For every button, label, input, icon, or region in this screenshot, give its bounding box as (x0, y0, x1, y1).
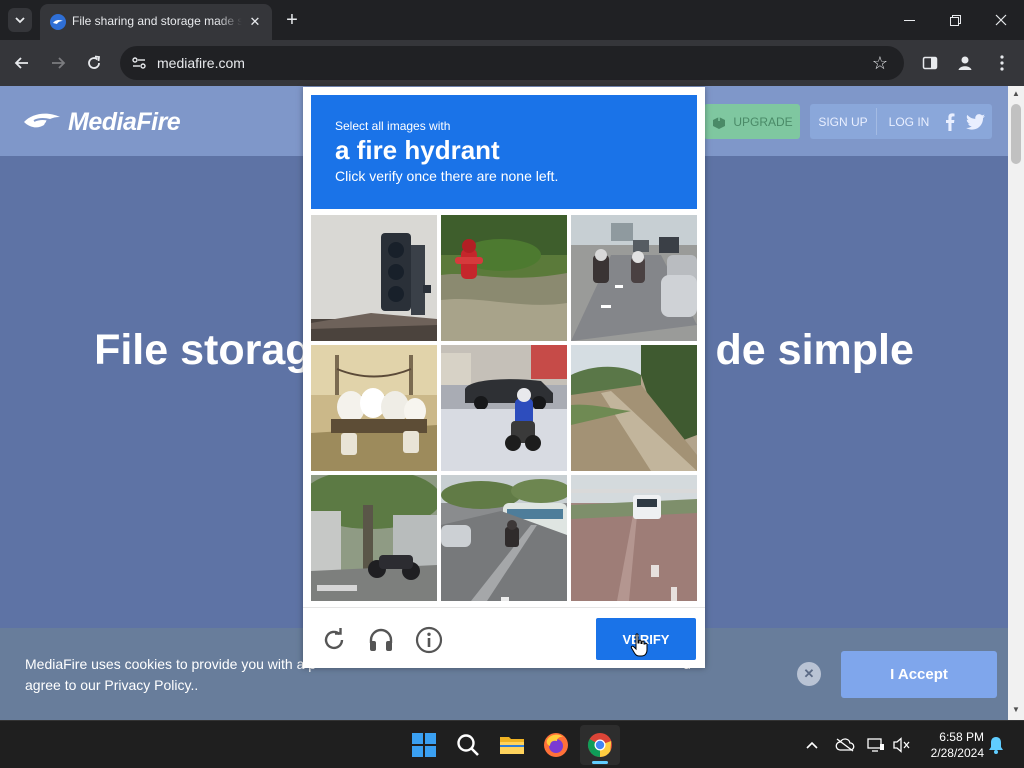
active-app-indicator (592, 761, 608, 764)
side-panel-button[interactable] (918, 51, 942, 75)
captcha-tile-white-bags[interactable] (311, 345, 437, 471)
new-tab-button[interactable]: + (280, 8, 304, 32)
help-button[interactable] (414, 625, 444, 655)
hand-cursor-icon (630, 633, 648, 657)
facebook-icon[interactable] (940, 112, 960, 132)
cookie-text-line1-start: MediaFire uses cookies to provide you wi… (25, 656, 317, 672)
minimize-icon (903, 19, 915, 21)
file-explorer-button[interactable] (492, 725, 532, 765)
headphones-icon (369, 628, 393, 651)
onedrive-icon[interactable] (834, 735, 856, 755)
chrome-button[interactable] (580, 725, 620, 765)
reload-icon (88, 55, 101, 69)
bookmark-star-icon[interactable]: ☆ (868, 51, 892, 75)
forward-button[interactable] (46, 51, 70, 75)
windows-logo-icon (412, 733, 436, 757)
browser-toolbar: mediafire.com ☆ (0, 40, 1024, 86)
browser-menu-button[interactable] (990, 51, 1014, 75)
nav-divider (876, 108, 877, 135)
back-button[interactable] (10, 51, 34, 75)
arrow-right-icon (52, 57, 66, 69)
captcha-tile-country-road[interactable] (571, 345, 697, 471)
restore-button[interactable] (932, 0, 978, 40)
arrow-left-icon (14, 57, 28, 69)
address-bar[interactable]: mediafire.com ☆ (120, 46, 904, 80)
account-nav: SIGN UP LOG IN (810, 104, 992, 139)
captcha-tile-motorcycle-rider[interactable] (441, 345, 567, 471)
reload-challenge-button[interactable] (319, 625, 349, 655)
cookie-text-line2: agree to our Privacy Policy.. (25, 677, 199, 693)
close-window-button[interactable] (978, 0, 1024, 40)
restore-icon (949, 14, 961, 26)
captcha-footer-divider (303, 607, 705, 608)
site-info-icon[interactable] (128, 52, 150, 74)
taskbar-clock[interactable]: 6:58 PM 2/28/2024 (920, 729, 984, 761)
volume-muted-icon[interactable] (892, 735, 912, 755)
sign-up-link[interactable]: SIGN UP (810, 104, 876, 139)
chrome-icon (587, 733, 612, 757)
refresh-icon (324, 628, 344, 650)
chevron-up-icon (806, 741, 818, 749)
captcha-tile-traffic-light[interactable] (311, 215, 437, 341)
captcha-instructions: Select all images with a fire hydrant Cl… (311, 95, 697, 209)
page-scrollbar[interactable]: ▲ ▼ (1008, 86, 1024, 720)
audio-challenge-button[interactable] (366, 625, 396, 655)
mediafire-favicon-icon (50, 14, 66, 30)
side-panel-icon (922, 56, 938, 70)
captcha-tile-motorcycles-traffic[interactable] (571, 215, 697, 341)
tab-title: File sharing and storage made s (72, 14, 242, 28)
start-button[interactable] (404, 725, 444, 765)
reload-button[interactable] (82, 51, 106, 75)
tab-search-button[interactable] (8, 8, 32, 32)
taskbar-search-button[interactable] (448, 725, 488, 765)
scroll-thumb[interactable] (1011, 104, 1021, 164)
scroll-up-arrow-icon[interactable]: ▲ (1012, 89, 1020, 98)
firefox-button[interactable] (536, 725, 576, 765)
captcha-tile-trees-motorcycle[interactable] (311, 475, 437, 601)
chevron-down-icon (15, 17, 25, 24)
twitter-icon[interactable] (964, 112, 986, 132)
firefox-icon (544, 733, 568, 757)
minimize-button[interactable] (886, 0, 932, 40)
url-text: mediafire.com (157, 55, 245, 71)
mediafire-flame-icon (24, 113, 60, 128)
captcha-tile-road-truck[interactable] (571, 475, 697, 601)
upgrade-button[interactable]: UPGRADE (704, 104, 800, 139)
network-icon[interactable] (866, 735, 886, 755)
captcha-target-object: a fire hydrant (335, 135, 500, 165)
upgrade-box-icon (713, 113, 726, 129)
hero-headline-left: File storag (94, 326, 312, 374)
show-hidden-icons-button[interactable] (802, 735, 822, 755)
folder-icon (500, 737, 524, 754)
mediafire-logo[interactable]: MediaFire (22, 106, 181, 138)
captcha-tile-street-motorcycle[interactable] (441, 475, 567, 601)
more-vert-icon (1000, 55, 1004, 71)
hero-headline-right: de simple (715, 326, 914, 374)
scroll-down-arrow-icon[interactable]: ▼ (1012, 705, 1020, 714)
captcha-tile-fire-hydrant[interactable] (441, 215, 567, 341)
recaptcha-challenge: Select all images with a fire hydrant Cl… (303, 87, 705, 668)
clock-time: 6:58 PM (939, 730, 984, 744)
windows-taskbar: 6:58 PM 2/28/2024 (0, 720, 1024, 768)
browser-tab-active[interactable]: File sharing and storage made s ✕ (40, 4, 272, 40)
cookie-close-icon[interactable]: ✕ (797, 662, 821, 686)
log-in-link[interactable]: LOG IN (878, 104, 940, 139)
tab-close-icon[interactable]: ✕ (246, 13, 264, 31)
profile-icon (958, 56, 972, 70)
search-icon (457, 734, 479, 756)
notification-bell-icon[interactable] (986, 735, 1006, 755)
captcha-instruction-text: Select all images with (335, 119, 451, 133)
close-icon (995, 14, 1007, 26)
captcha-verify-hint: Click verify once there are none left. (335, 168, 559, 184)
upgrade-label: UPGRADE (733, 114, 793, 129)
accept-cookies-button[interactable]: I Accept (841, 651, 997, 698)
tab-strip: File sharing and storage made s ✕ + (0, 0, 1024, 40)
profile-button[interactable] (953, 51, 977, 75)
info-icon (415, 626, 443, 654)
clock-date: 2/28/2024 (930, 746, 984, 760)
mediafire-logo-text: MediaFire (68, 107, 181, 136)
